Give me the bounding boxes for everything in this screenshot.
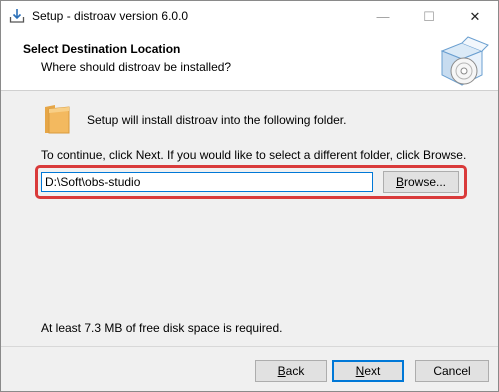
back-accel: B	[277, 364, 286, 378]
browse-accel: B	[395, 175, 404, 189]
install-message: Setup will install distroav into the fol…	[87, 113, 347, 127]
page-title: Select Destination Location	[23, 42, 181, 56]
continue-instructions: To continue, click Next. If you would li…	[41, 148, 467, 162]
browse-label: rowse...	[404, 175, 447, 189]
disk-space-message: At least 7.3 MB of free disk space is re…	[41, 321, 283, 335]
next-accel: N	[355, 364, 365, 378]
destination-path-input[interactable]	[41, 172, 373, 192]
footer-divider	[1, 346, 498, 347]
maximize-icon: ☐	[423, 8, 435, 24]
title-bar: Setup - distroav version 6.0.0 — ☐ ✕	[1, 1, 498, 32]
page-subtitle: Where should distroav be installed?	[41, 60, 232, 74]
back-button[interactable]: Back	[255, 360, 327, 382]
cancel-button[interactable]: Cancel	[415, 360, 489, 382]
setup-box-disc-icon	[440, 36, 489, 86]
folder-icon	[45, 105, 70, 134]
setup-window: Setup - distroav version 6.0.0 — ☐ ✕ Sel…	[0, 0, 499, 392]
close-button[interactable]: ✕	[452, 1, 498, 32]
next-button[interactable]: Next	[332, 360, 404, 382]
cancel-label: Cancel	[433, 364, 471, 378]
next-label: ext	[364, 364, 381, 378]
wizard-header: Select Destination Location Where should…	[1, 32, 498, 91]
minimize-button[interactable]: —	[360, 1, 406, 32]
minimize-icon: —	[376, 9, 390, 24]
close-icon: ✕	[469, 8, 481, 24]
window-title: Setup - distroav version 6.0.0	[32, 9, 189, 23]
setup-download-icon	[9, 9, 25, 23]
back-label: ack	[285, 364, 305, 378]
browse-button[interactable]: Browse...	[383, 171, 459, 193]
maximize-button[interactable]: ☐	[406, 1, 452, 32]
